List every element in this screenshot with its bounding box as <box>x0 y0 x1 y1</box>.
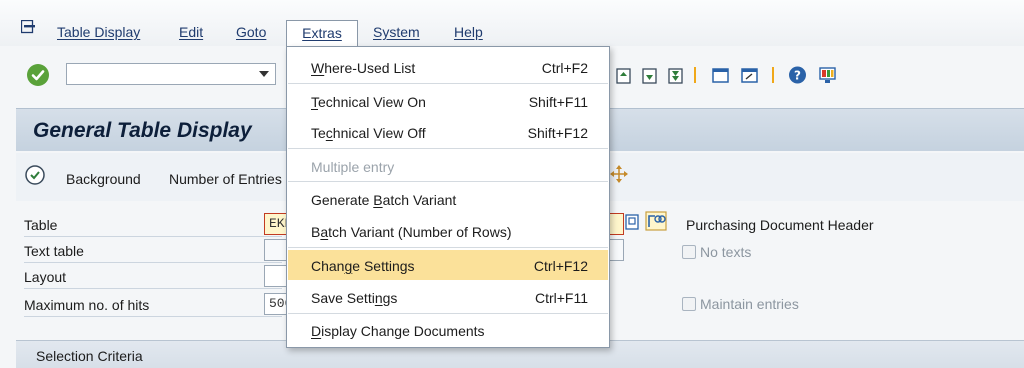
menu-separator <box>288 181 608 182</box>
menu-item-technical-view-off[interactable]: Technical View Off Shift+F12 <box>288 117 608 147</box>
menu-goto[interactable]: Goto <box>236 24 266 40</box>
menu-extras-label: Extras <box>302 25 342 41</box>
page-down-icon[interactable] <box>640 65 659 85</box>
menu-item-display-change-documents[interactable]: Display Change Documents <box>288 315 608 345</box>
row-divider <box>24 316 282 317</box>
display-table-icon[interactable] <box>645 211 667 231</box>
section-title: Selection Criteria <box>36 348 143 364</box>
menu-item-shortcut: Shift+F12 <box>527 125 588 141</box>
menu-item-label: Batch Variant (Number of Rows) <box>311 224 512 240</box>
menu-item-shortcut: Ctrl+F12 <box>533 258 588 274</box>
menu-item-batch-variant-rows[interactable]: Batch Variant (Number of Rows) <box>288 216 608 246</box>
menu-table-display[interactable]: Table Display <box>57 24 140 40</box>
menu-item-shortcut: Ctrl+F2 <box>541 60 588 76</box>
menu-item-label: Save Settings <box>311 290 398 306</box>
svg-text:?: ? <box>794 69 801 83</box>
menu-exit-icon[interactable] <box>21 20 36 34</box>
help-icon[interactable]: ? <box>788 65 807 85</box>
menu-item-label: Generate Batch Variant <box>311 192 457 208</box>
page-up-icon[interactable] <box>614 65 633 85</box>
row-divider <box>24 262 282 263</box>
max-hits-label: Maximum no. of hits <box>24 297 150 313</box>
menu-item-label: Display Change Documents <box>311 323 485 339</box>
background-job-icon[interactable] <box>24 164 46 186</box>
command-dropdown-arrow-icon[interactable] <box>259 71 269 77</box>
number-of-entries-button[interactable]: Number of Entries <box>169 171 282 187</box>
last-page-icon[interactable] <box>666 65 685 85</box>
menu-separator <box>288 247 608 248</box>
customize-layout-icon[interactable] <box>818 65 837 85</box>
menu-item-label: Technical View On <box>311 94 426 110</box>
value-help-icon[interactable] <box>625 214 639 230</box>
table-description: Purchasing Document Header <box>686 217 874 233</box>
background-button[interactable]: Background <box>66 171 141 187</box>
enter-check-icon[interactable] <box>27 64 49 86</box>
shortcut-icon[interactable] <box>740 65 759 85</box>
menu-item-label: Multiple entry <box>311 159 395 175</box>
layout-label: Layout <box>24 269 67 285</box>
menu-item-shortcut: Ctrl+F11 <box>534 290 588 306</box>
menu-extras[interactable]: Extras <box>286 20 358 46</box>
create-session-icon[interactable] <box>711 65 730 85</box>
menu-item-save-settings[interactable]: Save Settings Ctrl+F11 <box>288 282 608 312</box>
extras-menu-dropdown: Where-Used List Ctrl+F2 Technical View O… <box>286 46 610 348</box>
menu-item-change-settings[interactable]: Change Settings Ctrl+F12 <box>288 250 608 280</box>
menu-help[interactable]: Help <box>454 24 483 40</box>
page-title: General Table Display <box>33 119 252 142</box>
menu-item-label: Technical View Off <box>311 125 426 141</box>
toolbar-separator <box>694 67 696 83</box>
maintain-entries-label: Maintain entries <box>700 296 799 312</box>
menu-system[interactable]: System <box>373 24 420 40</box>
menu-separator <box>288 83 608 84</box>
row-divider <box>24 288 282 289</box>
menu-item-multiple-entry: Multiple entry <box>288 151 608 181</box>
menu-edit[interactable]: Edit <box>179 24 203 40</box>
menu-separator <box>288 313 608 314</box>
no-texts-checkbox[interactable] <box>682 245 696 259</box>
menu-item-where-used-list[interactable]: Where-Used List Ctrl+F2 <box>288 52 608 82</box>
menu-item-shortcut: Shift+F11 <box>528 94 588 110</box>
no-texts-label: No texts <box>700 244 752 260</box>
row-divider <box>24 236 282 237</box>
menu-item-label: Change Settings <box>311 258 415 274</box>
command-field[interactable] <box>66 63 276 85</box>
menu-separator <box>288 148 608 149</box>
text-table-label: Text table <box>24 243 84 259</box>
toolbar-separator <box>772 67 774 83</box>
table-label: Table <box>24 217 58 233</box>
menu-item-technical-view-on[interactable]: Technical View On Shift+F11 <box>288 86 608 116</box>
maintain-entries-checkbox[interactable] <box>682 297 696 311</box>
move-icon[interactable] <box>608 163 630 185</box>
menu-item-generate-batch-variant[interactable]: Generate Batch Variant <box>288 184 608 214</box>
menu-bar: Table Display Edit Goto Extras System He… <box>0 0 1024 46</box>
menu-item-label: Where-Used List <box>311 60 416 76</box>
